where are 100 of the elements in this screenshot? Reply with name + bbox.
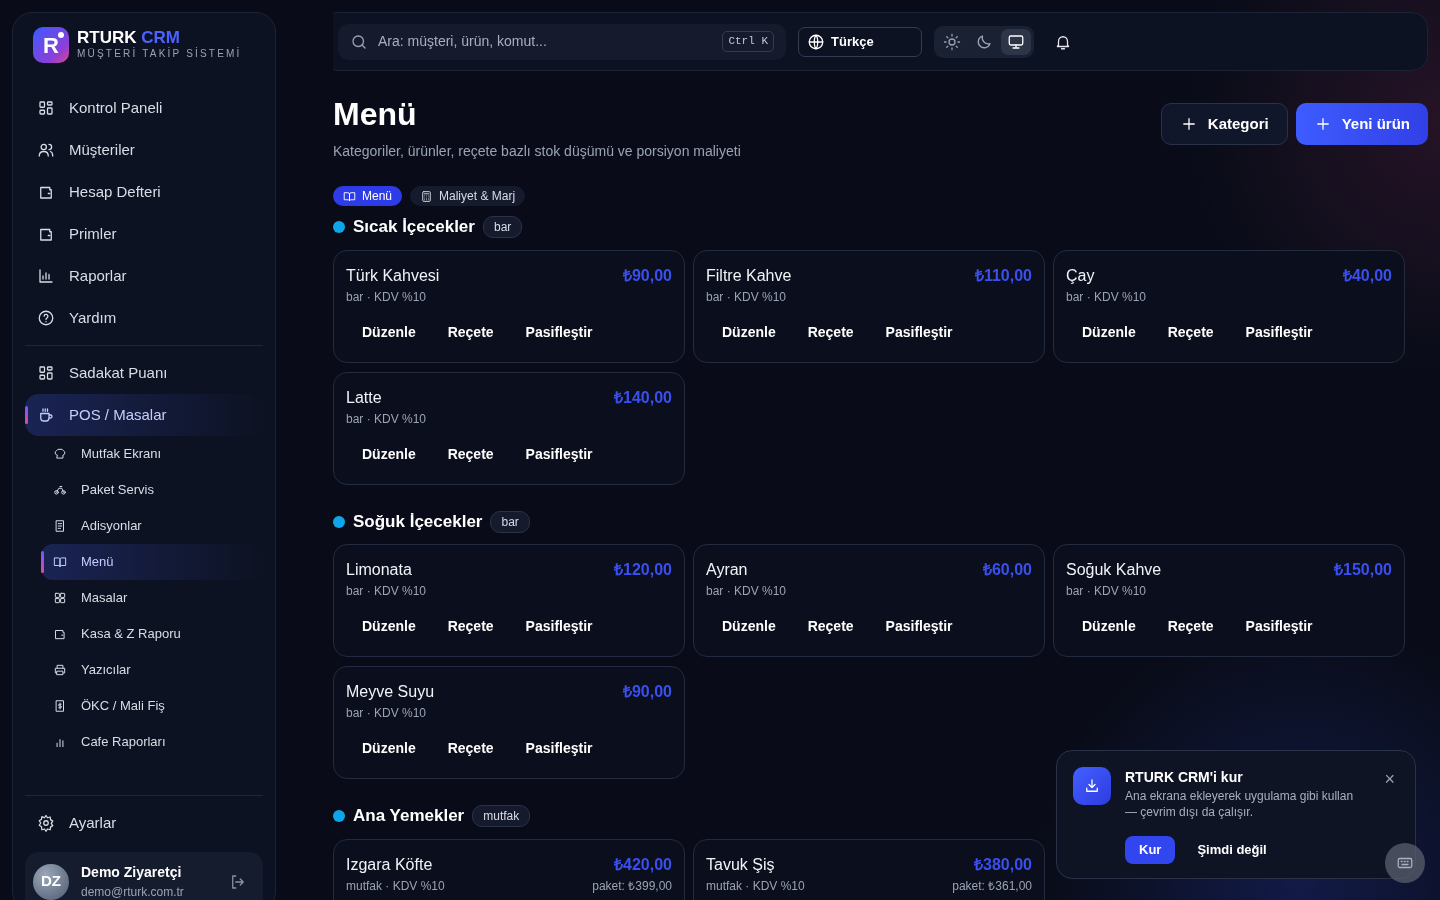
sidebar-item[interactable]: Sadakat Puanı xyxy=(25,352,263,394)
product-meta: bar · KDV %10 xyxy=(1066,583,1147,601)
grid-icon xyxy=(53,591,67,605)
sidebar-item[interactable]: Hesap Defteri xyxy=(25,171,263,213)
shortcut-hint: Ctrl K xyxy=(722,31,774,52)
edit-button[interactable]: Düzenle xyxy=(1066,608,1152,646)
printer-icon xyxy=(53,663,67,677)
product-name: Meyve Suyu xyxy=(346,682,435,703)
search-bar[interactable]: Ara: müşteri, ürün, komut... Ctrl K xyxy=(338,23,786,60)
chef-hat-icon xyxy=(53,447,67,461)
product-price: ₺140,00 xyxy=(614,387,672,408)
page-subtitle: Kategoriler, ürünler, reçete bazlı stok düşümü ve porsiyon maliyeti xyxy=(333,142,741,162)
sidebar-item[interactable]: ÖKC / Mali Fiş xyxy=(41,688,263,724)
category-title: Soğuk İçecekler xyxy=(353,510,483,533)
calculator-icon xyxy=(420,189,434,203)
user-email: demo@rturk.com.tr xyxy=(81,884,185,900)
product-meta: bar · KDV %10 xyxy=(706,583,787,601)
edit-button[interactable]: Düzenle xyxy=(346,730,432,768)
station-tag: bar xyxy=(482,216,523,239)
product-price: ₺60,00 xyxy=(982,560,1032,581)
brand-name: RTURK CRM xyxy=(77,29,181,46)
product-name: Latte xyxy=(346,387,382,408)
dismiss-button[interactable]: Şimdi değil xyxy=(1191,836,1273,864)
deactivate-button[interactable]: Pasifleştir xyxy=(1229,313,1329,351)
edit-button[interactable]: Düzenle xyxy=(1066,313,1152,351)
category-title: Ana Yemekler xyxy=(353,805,465,828)
deactivate-button[interactable]: Pasifleştir xyxy=(869,608,969,646)
close-button[interactable]: × xyxy=(1380,767,1399,791)
edit-button[interactable]: Düzenle xyxy=(706,608,792,646)
recipe-button[interactable]: Reçete xyxy=(791,608,870,646)
product-name: Soğuk Kahve xyxy=(1066,560,1162,581)
prompt-text: Ana ekrana ekleyerek uygulama gibi kullan — çevrim dışı da çalışır. xyxy=(1125,788,1355,821)
sidebar-item[interactable]: Müşteriler xyxy=(25,129,263,171)
keyboard-button[interactable] xyxy=(1385,843,1425,883)
dashboard-icon xyxy=(37,99,55,117)
product-price: ₺380,00 xyxy=(974,854,1032,875)
product-name: Izgara Köfte xyxy=(346,854,433,875)
tab[interactable]: Menü xyxy=(333,186,403,207)
deactivate-button[interactable]: Pasifleştir xyxy=(509,608,609,646)
system-mode-button[interactable] xyxy=(1001,28,1031,55)
sidebar-item[interactable]: Raporlar xyxy=(25,255,263,297)
recipe-button[interactable]: Reçete xyxy=(431,313,510,351)
sidebar-item[interactable]: Yardım xyxy=(25,297,263,339)
language-select[interactable]: Türkçe xyxy=(798,26,922,57)
edit-button[interactable]: Düzenle xyxy=(346,313,432,351)
coffee-cup-icon xyxy=(37,406,55,424)
product-name: Limonata xyxy=(346,560,412,581)
station-tag: mutfak xyxy=(472,805,531,828)
recipe-button[interactable]: Reçete xyxy=(431,608,510,646)
product-meta: mutfak · KDV %10 xyxy=(346,877,445,895)
new-product-button[interactable]: Yeni ürün xyxy=(1295,103,1428,145)
package-price: paket: ₺399,00 xyxy=(592,877,672,895)
product-meta: mutfak · KDV %10 xyxy=(706,877,805,895)
product-name: Ayran xyxy=(706,560,748,581)
sidebar-item[interactable]: Primler xyxy=(25,213,263,255)
sidebar-item[interactable]: Yazıcılar xyxy=(41,652,263,688)
sidebar-item[interactable]: Cafe Raporları xyxy=(41,724,263,760)
product-price: ₺420,00 xyxy=(614,854,672,875)
recipe-button[interactable]: Reçete xyxy=(791,313,870,351)
edit-button[interactable]: Düzenle xyxy=(346,608,432,646)
product-name: Filtre Kahve xyxy=(706,265,792,286)
sidebar-item[interactable]: Adisyonlar xyxy=(41,508,263,544)
receipt-icon xyxy=(53,519,67,533)
settings-item[interactable]: Ayarlar xyxy=(25,802,263,844)
prompt-title: RTURK CRM'i kur xyxy=(1125,768,1244,787)
sidebar-item[interactable]: Mutfak Ekranı xyxy=(41,436,263,472)
product-meta: bar · KDV %10 xyxy=(346,410,427,428)
bicycle-icon xyxy=(53,483,67,497)
sidebar-item[interactable]: Kontrol Paneli xyxy=(25,87,263,129)
sidebar-item[interactable]: Kasa & Z Raporu xyxy=(41,616,263,652)
recipe-button[interactable]: Reçete xyxy=(431,730,510,768)
logout-icon[interactable] xyxy=(229,872,247,891)
sun-icon xyxy=(943,32,961,51)
category-button[interactable]: Kategori xyxy=(1160,103,1288,145)
product-meta: bar · KDV %10 xyxy=(1066,288,1147,306)
product-meta: bar · KDV %10 xyxy=(346,583,427,601)
sidebar-item[interactable]: Paket Servis xyxy=(41,472,263,508)
wallet-icon xyxy=(53,627,67,641)
edit-button[interactable]: Düzenle xyxy=(346,435,432,473)
product-price: ₺150,00 xyxy=(1334,560,1392,581)
bell-icon xyxy=(1054,33,1072,52)
deactivate-button[interactable]: Pasifleştir xyxy=(509,435,609,473)
user-avatar: DZ xyxy=(33,863,69,900)
sidebar-item[interactable]: Masalar xyxy=(41,580,263,616)
deactivate-button[interactable]: Pasifleştir xyxy=(509,313,609,351)
recipe-button[interactable]: Reçete xyxy=(1151,313,1230,351)
recipe-button[interactable]: Reçete xyxy=(1151,608,1230,646)
recipe-button[interactable]: Reçete xyxy=(431,435,510,473)
deactivate-button[interactable]: Pasifleştir xyxy=(1229,608,1329,646)
brand-subtitle: MÜŞTERİ TAKİP SİSTEMİ xyxy=(77,46,242,61)
user-name: Demo Ziyaretçi xyxy=(81,863,183,882)
deactivate-button[interactable]: Pasifleştir xyxy=(869,313,969,351)
deactivate-button[interactable]: Pasifleştir xyxy=(509,730,609,768)
install-button[interactable]: Kur xyxy=(1125,836,1176,864)
receipt-icon xyxy=(53,699,67,713)
dashboard-icon xyxy=(37,364,55,382)
edit-button[interactable]: Düzenle xyxy=(706,313,792,351)
users-icon xyxy=(37,141,55,159)
search-field[interactable]: Ara: müşteri, ürün, komut... xyxy=(376,30,715,53)
tab[interactable]: Maliyet & Marj xyxy=(410,186,526,207)
